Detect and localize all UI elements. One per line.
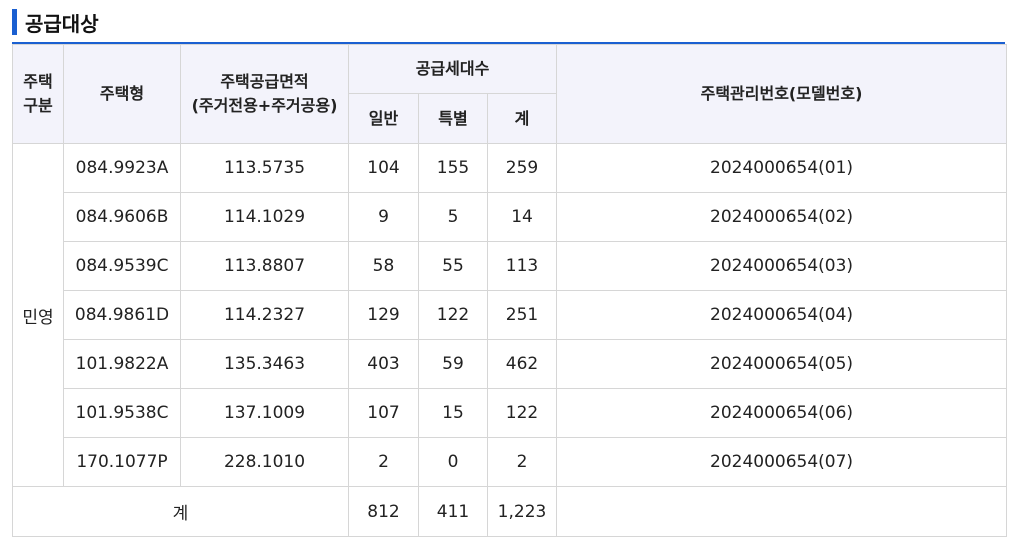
table-row: 084.9539C 113.8807 58 55 113 2024000654(… (13, 241, 1008, 291)
cell-management-no: 2024000654(03) (556, 241, 1008, 291)
cell-general: 403 (348, 339, 419, 389)
cell-area: 137.1009 (180, 388, 349, 438)
cell-management-no: 2024000654(05) (556, 339, 1008, 389)
table-row: 101.9538C 137.1009 107 15 122 2024000654… (13, 388, 1008, 438)
cell-special: 5 (418, 192, 488, 242)
header-special: 특별 (418, 93, 488, 144)
header-type-category-line2: 구분 (23, 96, 53, 115)
cell-management-no: 2024000654(06) (556, 388, 1008, 438)
cell-general: 58 (348, 241, 419, 291)
table-row: 민영 084.9923A 113.5735 104 155 259 202400… (12, 143, 1008, 487)
cell-total: 259 (486, 143, 558, 193)
cell-management-no: 2024000654(02) (556, 192, 1008, 242)
section-title: 공급대상 (12, 8, 99, 36)
cell-area: 228.1010 (180, 437, 349, 487)
cell-house-type: 084.9861D (63, 290, 181, 340)
cell-area: 135.3463 (180, 339, 349, 389)
category-cell: 민영 (12, 143, 64, 487)
header-supply-area-line2: (주거전용+주거공용) (191, 96, 338, 115)
title-accent-bar (12, 9, 17, 35)
cell-management-no: 2024000654(07) (556, 437, 1008, 487)
table-row: 170.1077P 228.1010 2 0 2 2024000654(07) (13, 437, 1008, 487)
cell-total: 122 (486, 388, 558, 438)
totals-management-no (556, 486, 1008, 537)
cell-general: 104 (348, 143, 419, 193)
cell-management-no: 2024000654(04) (556, 290, 1008, 340)
cell-area: 113.8807 (180, 241, 349, 291)
cell-total: 113 (486, 241, 558, 291)
cell-general: 2 (348, 437, 419, 487)
table-row: 084.9606B 114.1029 9 5 14 2024000654(02) (13, 192, 1008, 242)
cell-total: 2 (486, 437, 558, 487)
cell-total: 14 (486, 192, 558, 242)
supply-table: 주택 구분 주택형 주택공급면적 (주거전용+주거공용) 공급세대수 주택관리번… (12, 44, 1008, 537)
header-total: 계 (486, 93, 558, 144)
table-row: 084.9861D 114.2327 129 122 251 202400065… (13, 290, 1008, 340)
cell-house-type: 084.9539C (63, 241, 181, 291)
cell-special: 155 (418, 143, 488, 193)
header-house-type: 주택형 (63, 44, 181, 144)
header-general: 일반 (348, 93, 419, 144)
cell-management-no: 2024000654(01) (556, 143, 1008, 193)
cell-total: 251 (486, 290, 558, 340)
cell-area: 113.5735 (180, 143, 349, 193)
table-row: 101.9822A 135.3463 403 59 462 2024000654… (13, 339, 1008, 389)
cell-general: 9 (348, 192, 419, 242)
cell-total: 462 (486, 339, 558, 389)
cell-special: 15 (418, 388, 488, 438)
cell-general: 129 (348, 290, 419, 340)
totals-row: 계 812 411 1,223 (12, 486, 1008, 537)
cell-special: 55 (418, 241, 488, 291)
header-type-category: 주택 구분 (12, 44, 64, 144)
totals-label: 계 (12, 486, 349, 537)
cell-house-type: 170.1077P (63, 437, 181, 487)
cell-house-type: 101.9538C (63, 388, 181, 438)
cell-house-type: 101.9822A (63, 339, 181, 389)
cell-special: 0 (418, 437, 488, 487)
header-supply-area-line1: 주택공급면적 (220, 72, 309, 91)
page-title: 공급대상 (25, 11, 99, 36)
header-supply-units: 공급세대수 (347, 44, 558, 94)
cell-general: 107 (348, 388, 419, 438)
totals-total: 1,223 (486, 486, 558, 537)
header-type-category-line1: 주택 (23, 72, 53, 91)
header-management-no: 주택관리번호(모델번호) (556, 44, 1008, 144)
cell-area: 114.1029 (180, 192, 349, 242)
header-supply-area: 주택공급면적 (주거전용+주거공용) (180, 44, 349, 144)
cell-special: 122 (418, 290, 488, 340)
cell-house-type: 084.9606B (63, 192, 181, 242)
cell-special: 59 (418, 339, 488, 389)
totals-general: 812 (348, 486, 419, 537)
cell-house-type: 084.9923A (63, 143, 181, 193)
totals-special: 411 (418, 486, 488, 537)
cell-area: 114.2327 (180, 290, 349, 340)
header-row-1: 주택 구분 주택형 주택공급면적 (주거전용+주거공용) 공급세대수 주택관리번… (12, 44, 1008, 144)
